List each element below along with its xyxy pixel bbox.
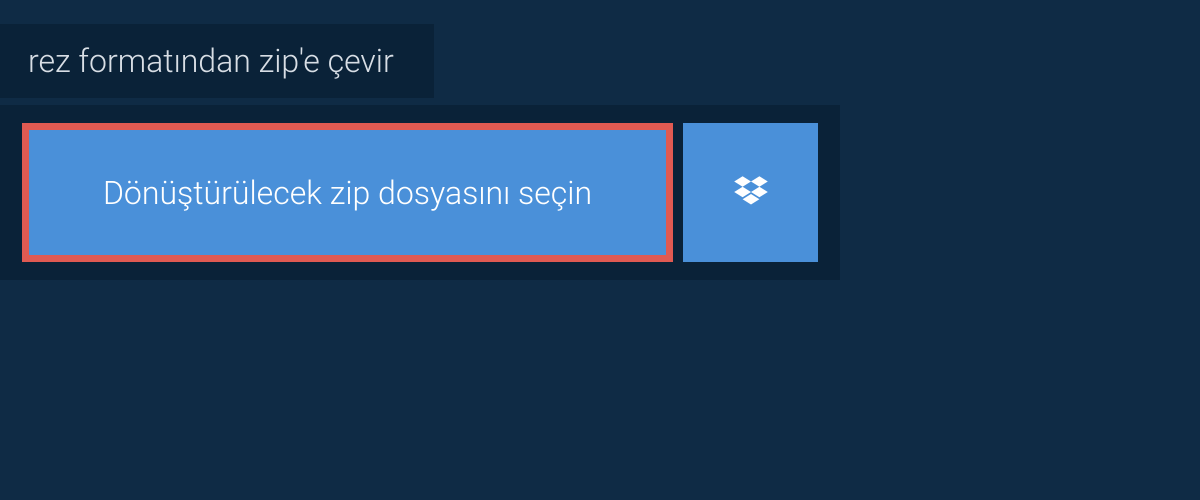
dropbox-button[interactable] [683,123,818,262]
select-file-button[interactable]: Dönüştürülecek zip dosyasını seçin [22,123,673,262]
conversion-tab[interactable]: rez formatından zip'e çevir [0,24,434,98]
upload-panel: Dönüştürülecek zip dosyasını seçin [0,105,840,280]
upload-row: Dönüştürülecek zip dosyasını seçin [22,123,818,262]
dropbox-icon [730,172,772,214]
main-container: rez formatından zip'e çevir Dönüştürülec… [0,0,1200,500]
select-file-label: Dönüştürülecek zip dosyasını seçin [103,174,592,212]
tab-label: rez formatından zip'e çevir [28,42,394,80]
